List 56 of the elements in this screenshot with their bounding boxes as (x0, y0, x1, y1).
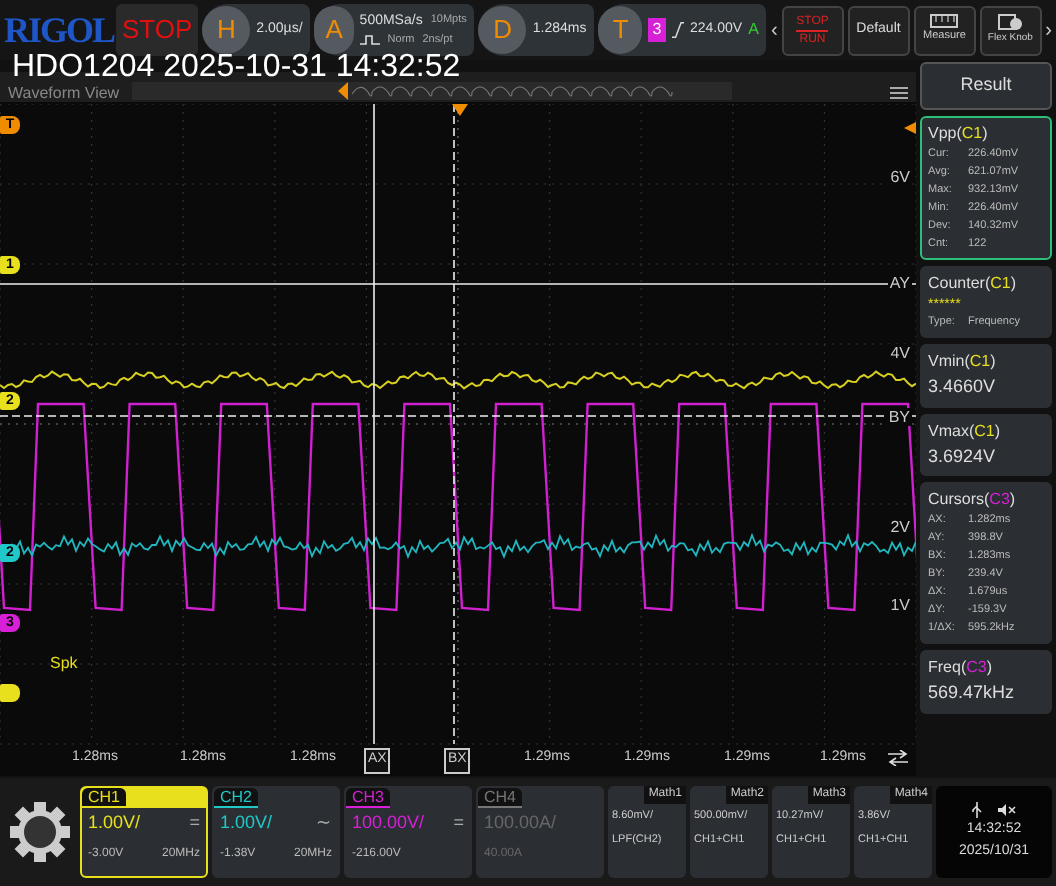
axis-label: 4V (888, 344, 912, 362)
window-title-overlay: HDO1204 2025-10-31 14:32:52 (12, 52, 461, 84)
measurement-title: Counter(C1) (928, 272, 1019, 296)
channel-scale: 1.00V/ (220, 810, 273, 836)
waveform-label: Spk (50, 652, 78, 676)
speaker-mute-icon[interactable] (998, 801, 1016, 817)
axis-label: 2V (888, 518, 912, 536)
axis-label: BY (886, 408, 912, 426)
cursor-line[interactable] (453, 104, 455, 745)
coupling-symbol: ∼ (316, 810, 332, 836)
run-state: STOP (116, 4, 199, 56)
cursor-line[interactable] (0, 415, 916, 417)
axis-label: 6V (888, 168, 912, 186)
axis-label: 1V (888, 596, 912, 614)
logo: RIGOL (4, 7, 112, 53)
knob-icon (998, 13, 1023, 32)
trigger-key: T (598, 6, 643, 54)
coupling-symbol: = (453, 810, 464, 836)
swap-icon[interactable] (888, 750, 908, 766)
menu-icon[interactable] (890, 86, 908, 100)
trigger-status: A (748, 18, 759, 42)
trigger-level-marker[interactable] (904, 122, 916, 134)
measurement-title: Freq(C3) (928, 656, 995, 680)
scroll-right-button[interactable]: › (1045, 15, 1052, 45)
scroll-left-button[interactable]: ‹ (770, 15, 778, 45)
panel-title: Waveform View (8, 81, 120, 105)
channel-scale: 100.00V/ (352, 810, 425, 836)
rising-edge-icon (671, 20, 684, 40)
channel-name: CH2 (214, 788, 259, 808)
measurement-title: Vpp(C1) (928, 122, 990, 146)
axis-label: AY (887, 274, 912, 292)
channel-scale: 100.00A/ (484, 810, 557, 836)
trigger-source: 3 (648, 18, 666, 42)
horizontal-key: H (202, 6, 251, 54)
channel-name: CH1 (82, 788, 127, 808)
measurement-card[interactable]: Vmax(C1) 3.6924V (920, 413, 1052, 476)
square-wave-icon (359, 34, 380, 47)
measurement-value: 3.4660V (928, 374, 998, 400)
measurement-title: Cursors(C3) (928, 488, 1018, 512)
usb-icon (972, 801, 982, 817)
measurement-card[interactable]: Freq(C3) 569.47kHz (920, 650, 1052, 713)
acquire-key: A (314, 6, 354, 54)
gear-icon[interactable] (8, 800, 72, 864)
channel-name: CH4 (478, 788, 523, 808)
channel-scale: 1.00V/ (88, 810, 141, 836)
channel-marker[interactable] (0, 684, 20, 702)
channel-name: CH3 (346, 788, 391, 808)
delay-key: D (478, 6, 527, 54)
ruler-icon (930, 14, 959, 29)
measurement-title: Vmax(C1) (928, 419, 1003, 443)
result-button[interactable]: Result (920, 62, 1052, 110)
coupling-symbol: = (189, 810, 200, 836)
measurement-title: Vmin(C1) (928, 350, 998, 374)
measurement-value: 3.6924V (928, 443, 998, 469)
measurement-value: 569.47kHz (928, 680, 1017, 706)
measurement-card[interactable]: Vmin(C1) 3.4660V (920, 344, 1052, 407)
